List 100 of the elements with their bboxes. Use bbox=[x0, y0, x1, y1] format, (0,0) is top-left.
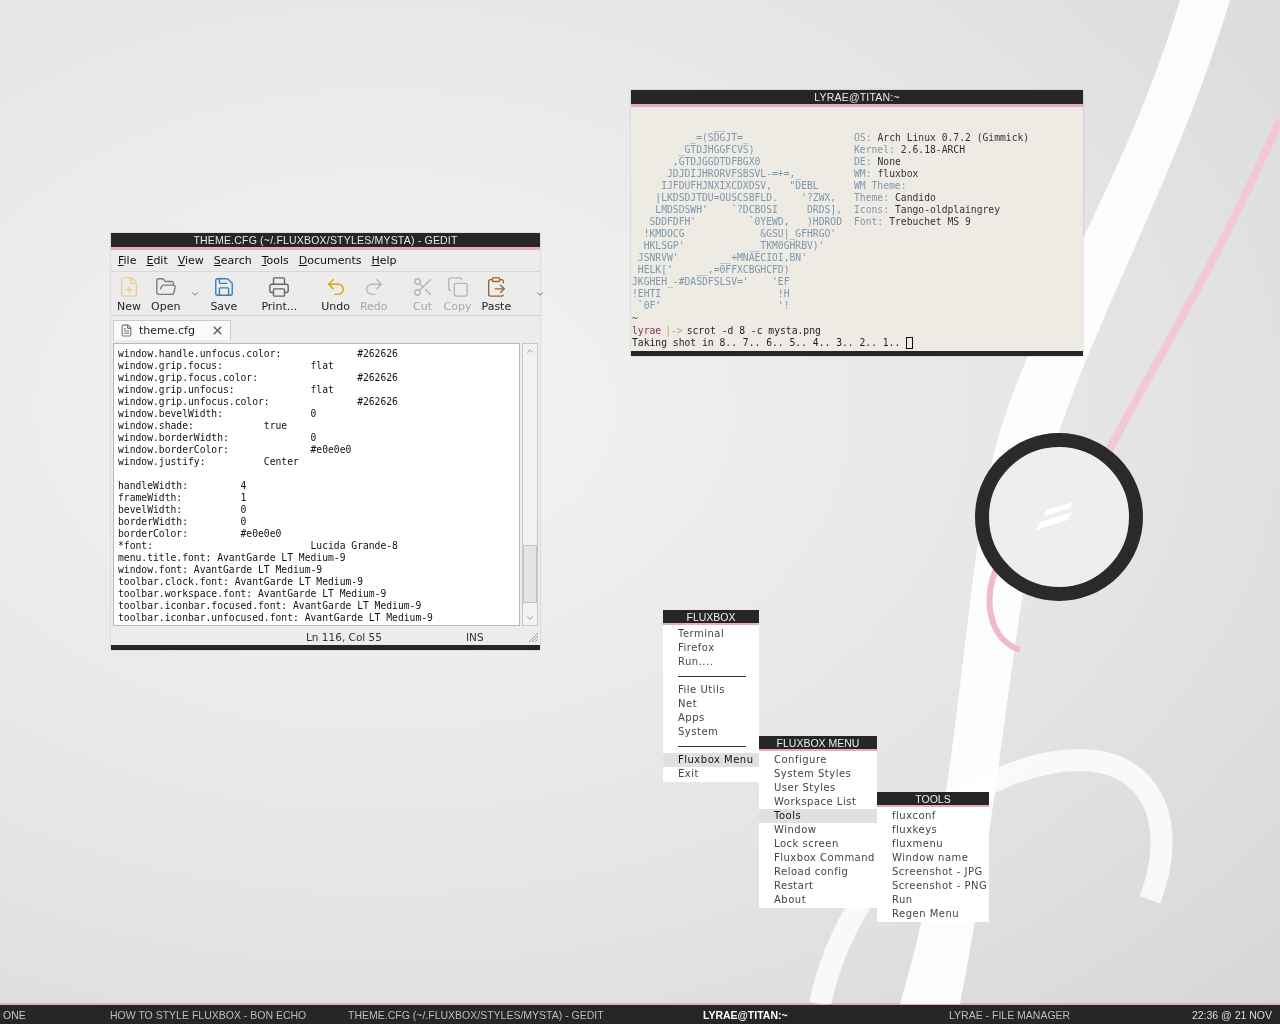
menu-item[interactable]: Run bbox=[877, 893, 989, 907]
document-icon bbox=[120, 324, 133, 337]
chevron-down-icon bbox=[525, 613, 535, 623]
menu-item[interactable]: System bbox=[663, 725, 759, 739]
paste-button[interactable]: Paste bbox=[477, 275, 516, 313]
info-value: None bbox=[877, 156, 901, 168]
text-editor[interactable] bbox=[113, 343, 520, 626]
ascii-art-line: JKGHEH_-#DASDFSLSV=' 'EF bbox=[632, 276, 791, 288]
ascii-art-line: HKLSGP' __TKM0GHRBV)' bbox=[642, 240, 826, 252]
ascii-art-line: IJFDUFHJNXIXCDXDSV, "DEBL bbox=[660, 180, 820, 192]
menu-item[interactable]: fluxmenu bbox=[877, 837, 989, 851]
code-line: toolbar.workspace.font: AvantGarde LT Medium-9 bbox=[118, 588, 388, 600]
code-line: window.grip.focus: flat bbox=[118, 360, 335, 372]
close-icon bbox=[211, 324, 224, 337]
menu-title: FLUXBOX bbox=[663, 610, 759, 625]
ascii-art-line: LMDSDSWH' `?DCBOSI DRDS], bbox=[654, 204, 843, 216]
resize-grip-icon[interactable] bbox=[528, 631, 538, 642]
menu-item[interactable]: Fluxbox Command bbox=[759, 851, 877, 865]
ascii-art-line: |LKDSDJTDU=OUSCSBFLD. '?ZWX, bbox=[654, 192, 838, 204]
info-value: Trebuchet MS 9 bbox=[889, 216, 971, 228]
code-line: bevelWidth: 0 bbox=[118, 504, 248, 516]
close-button[interactable] bbox=[211, 324, 224, 337]
ascii-art-line: SDDFDFH' `0YEWD, )HDROD bbox=[648, 216, 843, 228]
menu-item[interactable]: Screenshot - PNG bbox=[877, 879, 989, 893]
ascii-art-line: `0F' '! bbox=[636, 300, 791, 312]
new-button[interactable]: New bbox=[113, 275, 145, 313]
menu-item[interactable]: Fluxbox Menu bbox=[663, 753, 759, 767]
menu-item[interactable]: Tools bbox=[759, 809, 877, 823]
workspace-name[interactable]: ONE bbox=[0, 1008, 110, 1021]
taskbar-task[interactable]: THEME.CFG (~/.FLUXBOX/STYLES/MYSTA) - GEDIT bbox=[348, 1008, 703, 1021]
code-line: toolbar.clock.font: AvantGarde LT Medium-9 bbox=[118, 576, 364, 588]
menu-item[interactable]: Regen Menu bbox=[877, 907, 989, 921]
menu-item[interactable]: System Styles bbox=[759, 767, 877, 781]
menu-item[interactable]: Window bbox=[759, 823, 877, 837]
taskbar-task[interactable]: LYRAE@TITAN:~ bbox=[703, 1008, 949, 1021]
info-label: WM: bbox=[854, 168, 872, 180]
menu-item[interactable]: Lock screen bbox=[759, 837, 877, 851]
code-line: window.grip.unfocus: flat bbox=[118, 384, 335, 396]
scrollbar-thumb[interactable] bbox=[523, 545, 537, 603]
scrollbar[interactable] bbox=[522, 343, 538, 626]
info-label: WM Theme: bbox=[854, 180, 907, 192]
save-button[interactable]: Save bbox=[206, 275, 242, 313]
menu-item[interactable]: File Utils bbox=[663, 683, 759, 697]
clipboard-icon bbox=[485, 275, 508, 298]
caret-icon bbox=[190, 289, 201, 299]
menu-item[interactable]: About bbox=[759, 893, 877, 907]
undo-button[interactable]: Undo bbox=[317, 275, 354, 313]
menu-item[interactable]: View bbox=[177, 254, 204, 267]
menu-title: TOOLS bbox=[877, 792, 989, 807]
window-title: THEME.CFG (~/.FLUXBOX/STYLES/MYSTA) - GEDIT bbox=[111, 233, 540, 250]
ascii-art-line: __ bbox=[712, 120, 727, 132]
ascii-art-line: JSNRVW' __+MNAECIOI,BN' bbox=[636, 252, 808, 264]
copy-icon bbox=[446, 275, 469, 298]
code-line: frameWidth: 1 bbox=[118, 492, 248, 504]
menu-item[interactable]: File bbox=[118, 254, 137, 267]
taskbar-task[interactable]: LYRAE - FILE MANAGER bbox=[949, 1008, 1189, 1021]
document-tab[interactable]: theme.cfg bbox=[113, 320, 231, 340]
code-line: toolbar.iconbar.focused.font: AvantGarde LT Medium-9 bbox=[118, 600, 423, 612]
scissors-icon bbox=[411, 275, 434, 298]
code-line: handleWidth: 4 bbox=[118, 480, 248, 492]
menu-item[interactable]: Restart bbox=[759, 879, 877, 893]
menu-item[interactable]: Tools bbox=[261, 254, 289, 267]
menu-item[interactable]: User Styles bbox=[759, 781, 877, 795]
menu-item[interactable]: fluxkeys bbox=[877, 823, 989, 837]
menu-item[interactable]: Apps bbox=[663, 711, 759, 725]
new-file-icon bbox=[118, 275, 140, 298]
open-button[interactable]: Open bbox=[147, 275, 185, 313]
menu-item[interactable]: Net bbox=[663, 697, 759, 711]
code-line: window.bevelWidth: 0 bbox=[118, 408, 318, 420]
menu-item[interactable]: Run.... bbox=[663, 655, 759, 669]
ascii-art-line: _=(SDGJT=_ bbox=[689, 132, 750, 144]
terminal-screen[interactable] bbox=[631, 107, 1083, 351]
menu-item[interactable]: Screenshot - JPG bbox=[877, 865, 989, 879]
print-button[interactable]: Print... bbox=[257, 275, 302, 313]
menu-item[interactable]: Workspace List bbox=[759, 795, 877, 809]
menu-item[interactable]: Search bbox=[213, 254, 252, 267]
code-line: window.shade: true bbox=[118, 420, 289, 432]
menu-item[interactable]: Reload config bbox=[759, 865, 877, 879]
menu-item[interactable]: fluxconf bbox=[877, 809, 989, 823]
info-value: Arch Linux 0.7.2 (Gimmick) bbox=[877, 132, 1030, 144]
code-line: toolbar.iconbar.unfocused.font: AvantGarde LT Medium-9 bbox=[118, 612, 434, 624]
info-label: Icons: bbox=[854, 204, 889, 216]
folder-icon bbox=[154, 275, 177, 298]
menu-item[interactable]: Configure bbox=[759, 753, 877, 767]
taskbar-task[interactable]: HOW TO STYLE FLUXBOX - BON ECHO bbox=[110, 1008, 348, 1021]
menu-item[interactable]: Exit bbox=[663, 767, 759, 781]
command-text: scrot -d 8 -c mysta.png bbox=[686, 325, 821, 337]
menu-item[interactable]: Help bbox=[371, 254, 397, 267]
cursor-position: Ln 116, Col 55 bbox=[306, 630, 383, 643]
text-cursor bbox=[906, 337, 914, 349]
clock: 22:36 @ 21 NOV bbox=[1191, 1008, 1273, 1021]
code-line: borderWidth: 0 bbox=[118, 516, 248, 528]
menu-item[interactable]: Documents bbox=[298, 254, 362, 267]
menu-item[interactable]: Edit bbox=[146, 254, 168, 267]
info-label: OS: bbox=[854, 132, 872, 144]
menu-item[interactable]: Firefox bbox=[663, 641, 759, 655]
menu-item[interactable]: Window name bbox=[877, 851, 989, 865]
menu-item[interactable]: Terminal bbox=[663, 627, 759, 641]
menu-title: FLUXBOX MENU bbox=[759, 736, 877, 751]
ascii-art-line: ,GTDJGGDTDFBGX0 bbox=[671, 156, 762, 168]
